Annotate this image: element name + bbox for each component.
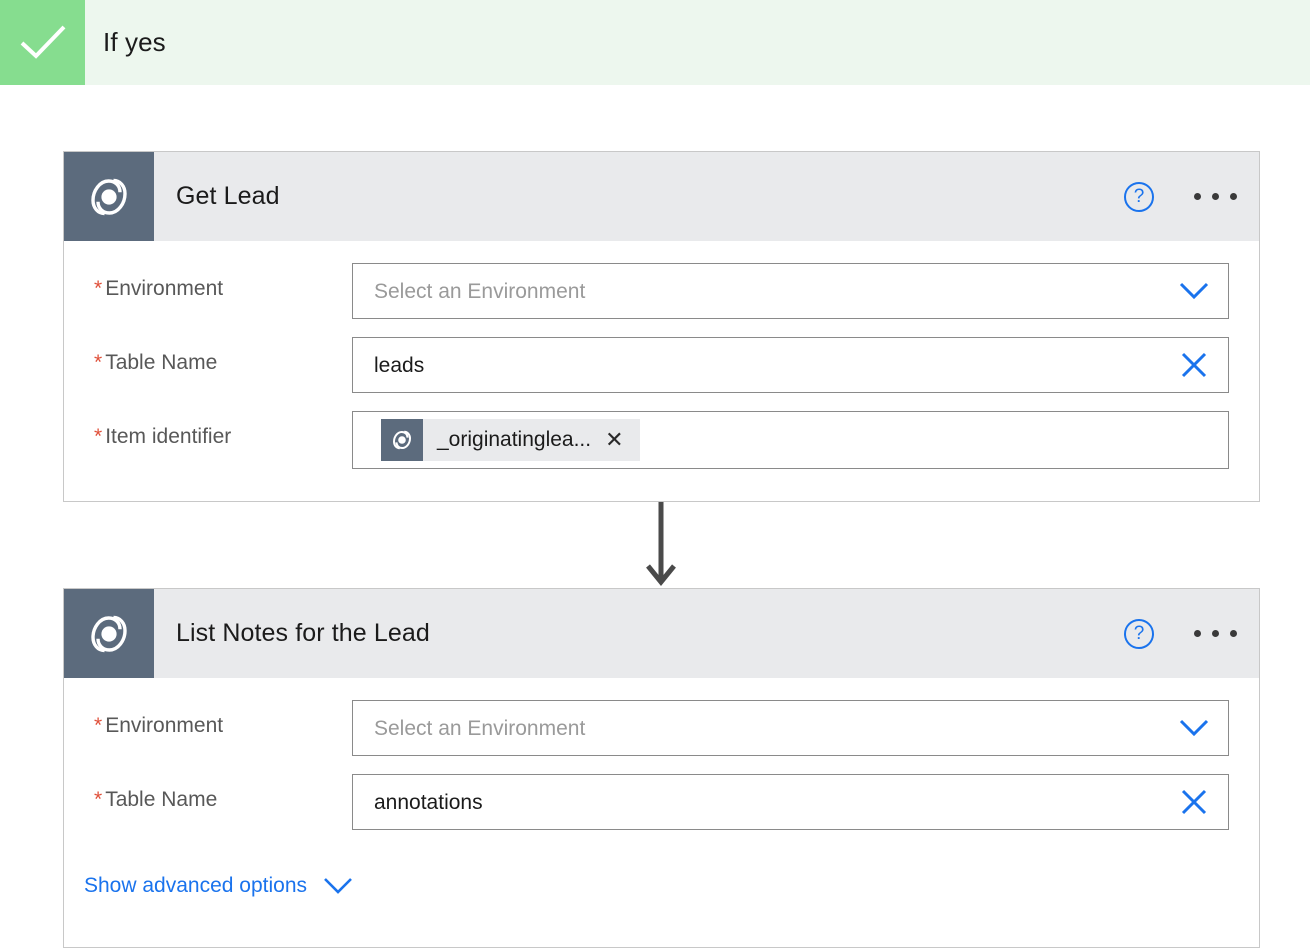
field-label-table-name: * Table Name bbox=[94, 788, 218, 811]
check-icon bbox=[0, 0, 85, 85]
field-label-table-name: * Table Name bbox=[94, 351, 218, 374]
field-label-environment: * Environment bbox=[94, 714, 224, 737]
card-header-actions: ? bbox=[1124, 152, 1241, 241]
dataverse-icon bbox=[381, 419, 423, 461]
required-asterisk: * bbox=[94, 714, 103, 737]
branch-header-if-yes: If yes bbox=[0, 0, 1310, 85]
field-control-table-name: annotations bbox=[352, 774, 1229, 830]
ellipsis-icon[interactable] bbox=[1190, 624, 1241, 643]
branch-title: If yes bbox=[103, 27, 166, 57]
field-row-environment: * Environment Select an Environment bbox=[64, 263, 1259, 319]
ellipsis-icon[interactable] bbox=[1190, 187, 1241, 206]
field-row-table-name: * Table Name leads bbox=[64, 337, 1259, 393]
clear-x-icon[interactable] bbox=[1173, 774, 1215, 830]
dataverse-icon bbox=[64, 589, 154, 678]
item-identifier-input[interactable]: _originatinglea... ✕ bbox=[352, 411, 1229, 469]
required-asterisk: * bbox=[94, 277, 103, 300]
advanced-options-row: Show advanced options bbox=[64, 874, 1259, 898]
table-name-value: leads bbox=[374, 353, 425, 377]
table-name-input[interactable]: leads bbox=[352, 337, 1229, 393]
field-row-item-identifier: * Item identifier _originatinglea... ✕ bbox=[64, 411, 1259, 469]
field-row-environment: * Environment Select an Environment bbox=[64, 700, 1259, 756]
card-header-actions: ? bbox=[1124, 589, 1241, 678]
required-asterisk: * bbox=[94, 425, 103, 448]
field-label-item-identifier: * Item identifier bbox=[94, 425, 232, 448]
environment-input[interactable]: Select an Environment bbox=[352, 700, 1229, 756]
card-body: * Environment Select an Environment * Tabl… bbox=[64, 700, 1259, 898]
action-card-list-notes-for-the-lead[interactable]: List Notes for the Lead ? * Environment S… bbox=[63, 588, 1260, 948]
field-control-item-identifier: _originatinglea... ✕ bbox=[352, 411, 1229, 469]
card-title: Get Lead bbox=[176, 182, 280, 210]
card-title: List Notes for the Lead bbox=[176, 619, 430, 647]
show-advanced-options-label: Show advanced options bbox=[84, 874, 307, 897]
field-control-environment: Select an Environment bbox=[352, 263, 1229, 319]
chevron-down-icon[interactable] bbox=[1173, 263, 1215, 319]
card-header[interactable]: Get Lead ? bbox=[64, 152, 1259, 241]
clear-x-icon[interactable] bbox=[1173, 337, 1215, 393]
token-label: _originatinglea... bbox=[437, 428, 592, 451]
dynamic-content-token[interactable]: _originatinglea... ✕ bbox=[381, 419, 640, 461]
action-card-get-lead[interactable]: Get Lead ? * Environment Select an Enviro… bbox=[63, 151, 1260, 502]
environment-input[interactable]: Select an Environment bbox=[352, 263, 1229, 319]
card-body: * Environment Select an Environment * Tabl… bbox=[64, 263, 1259, 469]
dataverse-icon bbox=[64, 152, 154, 241]
environment-placeholder: Select an Environment bbox=[374, 279, 586, 303]
field-label-environment: * Environment bbox=[94, 277, 224, 300]
required-asterisk: * bbox=[94, 351, 103, 374]
required-asterisk: * bbox=[94, 788, 103, 811]
table-name-input[interactable]: annotations bbox=[352, 774, 1229, 830]
help-circle-icon[interactable]: ? bbox=[1124, 618, 1154, 649]
remove-x-icon[interactable]: ✕ bbox=[605, 429, 639, 451]
field-control-environment: Select an Environment bbox=[352, 700, 1229, 756]
field-row-table-name: * Table Name annotations bbox=[64, 774, 1259, 830]
field-control-table-name: leads bbox=[352, 337, 1229, 393]
show-advanced-options-link[interactable]: Show advanced options bbox=[64, 874, 353, 898]
table-name-value: annotations bbox=[374, 790, 483, 814]
card-header[interactable]: List Notes for the Lead ? bbox=[64, 589, 1259, 678]
chevron-down-icon bbox=[323, 877, 353, 895]
help-circle-icon[interactable]: ? bbox=[1124, 181, 1154, 212]
environment-placeholder: Select an Environment bbox=[374, 716, 586, 740]
arrow-down-icon bbox=[643, 502, 679, 588]
chevron-down-icon[interactable] bbox=[1173, 700, 1215, 756]
